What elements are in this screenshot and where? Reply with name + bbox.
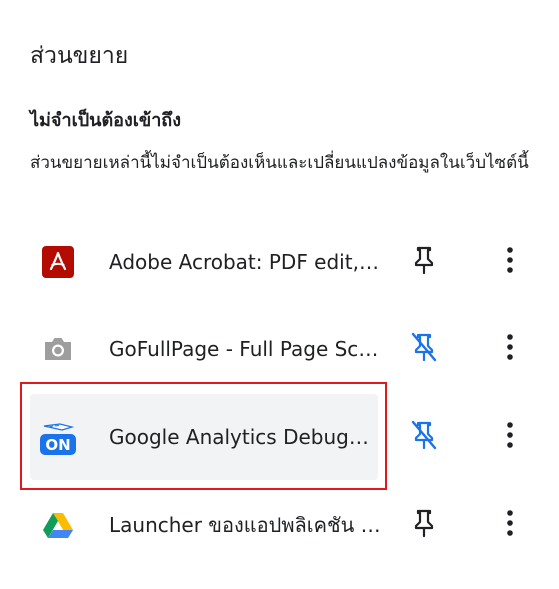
more-options-button-adobe-acrobat[interactable] [490, 242, 530, 282]
pin-icon [411, 508, 437, 542]
section-description: ส่วนขยายเหล่านี้ไม่จำเป็นต้องเห็นและเปลี… [30, 153, 529, 173]
extensions-panel: ส่วนขยาย ไม่จำเป็นต้องเข้าถึง ส่วนขยายเห… [0, 0, 559, 589]
extension-row-adobe-acrobat[interactable]: Adobe Acrobat: PDF edit, convert, sign t… [30, 219, 381, 305]
google-drive-icon [40, 507, 76, 543]
extension-name: Adobe Acrobat: PDF edit, convert, sign t… [109, 250, 381, 274]
pin-icon [411, 245, 437, 279]
ga-debugger-on-icon: ON [38, 417, 78, 457]
ga-debugger-badge: ON [45, 436, 70, 454]
more-vert-icon [506, 509, 514, 541]
pin-button-gofullpage[interactable] [404, 329, 444, 369]
more-options-button-gofullpage[interactable] [490, 329, 530, 369]
extension-row-gofullpage[interactable]: GoFullPage - Full Page Screen Capture [30, 306, 381, 392]
pin-button-google-drive-launcher[interactable] [404, 505, 444, 545]
more-options-button-google-analytics-debugger[interactable] [490, 417, 530, 457]
camera-icon [40, 331, 76, 367]
extension-name: Google Analytics Debugger [109, 425, 381, 449]
more-vert-icon [506, 333, 514, 365]
panel-title: ส่วนขยาย [30, 43, 129, 69]
pin-button-adobe-acrobat[interactable] [404, 242, 444, 282]
more-vert-icon [506, 246, 514, 278]
more-vert-icon [506, 421, 514, 453]
adobe-acrobat-icon [40, 244, 76, 280]
extension-name: GoFullPage - Full Page Screen Capture [109, 337, 381, 361]
section-heading: ไม่จำเป็นต้องเข้าถึง [30, 110, 181, 131]
extension-row-google-drive-launcher[interactable]: Launcher ของแอปพลิเคชัน Google ไดรฟ์ [30, 482, 381, 568]
pin-button-google-analytics-debugger[interactable] [404, 417, 444, 457]
extension-name: Launcher ของแอปพลิเคชัน Google ไดรฟ์ [109, 513, 381, 537]
unpin-icon [409, 419, 439, 455]
more-options-button-google-drive-launcher[interactable] [490, 505, 530, 545]
unpin-icon [409, 331, 439, 367]
extension-row-google-analytics-debugger[interactable]: ON Google Analytics Debugger [30, 394, 381, 480]
